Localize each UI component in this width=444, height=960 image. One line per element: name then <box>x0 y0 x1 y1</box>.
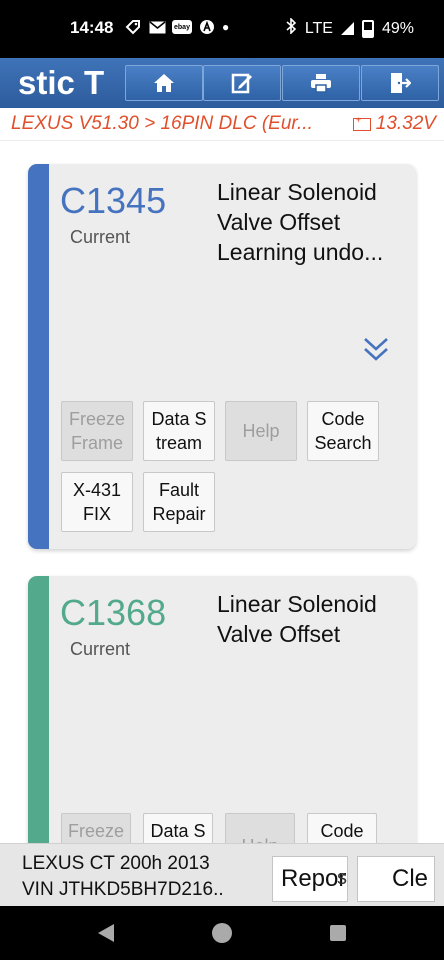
print-icon <box>311 74 331 93</box>
card-accent <box>28 576 49 843</box>
button-label: Repair <box>152 504 206 524</box>
status-bar: 14:48 ebay ● LTE 49% <box>0 0 444 58</box>
home-circle-icon[interactable] <box>212 923 232 943</box>
freeze-frame-button[interactable]: Freeze <box>61 813 131 843</box>
data-stream-button[interactable]: Data S tream <box>143 401 215 461</box>
button-label: FIX <box>82 504 111 524</box>
bluetooth-icon <box>285 17 297 39</box>
dtc-description-line: Valve Offset <box>217 621 341 647</box>
breadcrumb-path: LEXUS V51.30 > 16PIN DLC (Eur... <box>11 113 313 134</box>
x431-fix-button[interactable]: X-431 FIX <box>61 472 133 532</box>
status-time: 14:48 <box>70 18 114 37</box>
system-icons: LTE 49% <box>285 17 414 39</box>
notification-icons: ebay ● <box>124 19 229 35</box>
home-icon <box>154 74 174 92</box>
edit-report-button[interactable] <box>203 65 281 101</box>
dtc-card: C1345 Current Linear Solenoid Valve Offs… <box>28 164 416 549</box>
button-label: Fault <box>158 480 200 500</box>
vehicle-model: LEXUS CT 200h 2013 <box>22 853 210 874</box>
button-label: Code <box>321 409 365 429</box>
dtc-code: C1368 <box>60 592 167 633</box>
card-accent <box>28 164 49 549</box>
breadcrumb: LEXUS V51.30 > 16PIN DLC (Eur... 13.32V <box>0 108 444 141</box>
home-button[interactable] <box>125 65 203 101</box>
dtc-card: C1368 Current Linear Solenoid Valve Offs… <box>28 576 416 843</box>
button-label: Search <box>314 433 372 453</box>
back-icon[interactable] <box>98 924 114 942</box>
report-button[interactable]: Repor s <box>272 856 348 902</box>
button-label-fragment: s <box>337 867 347 889</box>
clear-button[interactable]: Cle <box>357 856 435 902</box>
button-label: X-431 <box>72 480 122 500</box>
button-label: Freeze <box>68 409 126 429</box>
tag-icon <box>124 19 142 35</box>
dtc-status: Current <box>70 639 131 659</box>
battery-percent: 49% <box>381 19 414 37</box>
dtc-description-line: Linear Solenoid <box>217 179 377 205</box>
navigation-bar <box>0 906 444 960</box>
edit-report-icon <box>231 73 252 94</box>
app-store-icon <box>198 19 216 35</box>
recent-apps-icon[interactable] <box>330 925 346 941</box>
expand-chevron-icon[interactable] <box>362 336 390 367</box>
exit-icon <box>391 73 411 93</box>
button-label: Cle <box>392 865 429 892</box>
dtc-description: Linear Solenoid Valve Offset <box>217 589 399 649</box>
mail-icon <box>148 19 166 35</box>
signal-icon <box>340 22 354 35</box>
battery-icon <box>361 19 374 38</box>
car-battery-icon <box>352 115 371 135</box>
button-label: Help <box>242 421 280 441</box>
dtc-code: C1345 <box>60 180 167 221</box>
network-type: LTE <box>304 19 333 37</box>
dtc-description-line: Linear Solenoid <box>217 591 377 617</box>
vehicle-info-bar: LEXUS CT 200h 2013 VIN JTHKD5BH7D216.. R… <box>0 843 444 907</box>
vehicle-vin: VIN JTHKD5BH7D216.. <box>22 879 224 900</box>
data-stream-button[interactable]: Data S <box>143 813 213 843</box>
vehicle-info: LEXUS CT 200h 2013 VIN JTHKD5BH7D216.. <box>22 851 224 903</box>
dtc-description-line: Valve Offset <box>217 209 341 235</box>
voltage-indicator: 13.32V <box>352 113 436 135</box>
more-notifications-icon: ● <box>222 20 230 34</box>
button-label: tream <box>155 433 202 453</box>
help-button[interactable]: Help <box>225 813 295 843</box>
exit-button[interactable] <box>361 65 439 101</box>
button-label: Freeze <box>67 821 125 841</box>
fault-repair-button[interactable]: Fault Repair <box>143 472 215 532</box>
dtc-description-line: Learning undo... <box>217 239 384 265</box>
dtc-status: Current <box>70 227 131 247</box>
dtc-list[interactable]: C1345 Current Linear Solenoid Valve Offs… <box>0 141 444 843</box>
ebay-icon: ebay <box>172 20 192 34</box>
button-label: Data S <box>151 409 207 429</box>
code-search-button[interactable]: Code <box>307 813 377 843</box>
code-search-button[interactable]: Code Search <box>307 401 379 461</box>
toolbar-title: stic T <box>18 64 105 101</box>
button-label: Help <box>241 834 278 843</box>
button-label: Data S <box>150 821 206 841</box>
button-label: Frame <box>70 433 123 453</box>
help-button[interactable]: Help <box>225 401 297 461</box>
print-button[interactable] <box>282 65 360 101</box>
voltage-value: 13.32V <box>375 113 436 134</box>
dtc-description: Linear Solenoid Valve Offset Learning un… <box>217 177 399 267</box>
button-label: Code <box>320 821 364 841</box>
app-toolbar: stic T <box>0 58 444 108</box>
freeze-frame-button[interactable]: Freeze Frame <box>61 401 133 461</box>
